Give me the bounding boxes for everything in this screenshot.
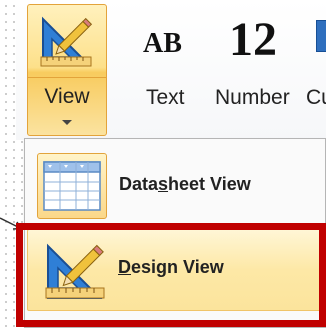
menu-item-datasheet-view-label: Datasheet View bbox=[119, 174, 251, 194]
view-dropdown-menu: Datasheet View Design View bbox=[24, 138, 326, 328]
view-button[interactable]: View bbox=[27, 4, 107, 136]
currency-field-label: Cu bbox=[306, 86, 326, 109]
text-field-button[interactable]: AB Text bbox=[137, 0, 197, 130]
number-field-button[interactable]: 12 Number bbox=[212, 0, 312, 130]
datasheet-grid-icon bbox=[37, 153, 107, 219]
view-button-split-line bbox=[28, 77, 106, 78]
menu-item-datasheet-view[interactable]: Datasheet View bbox=[25, 145, 326, 225]
currency-field-icon bbox=[316, 20, 326, 52]
design-ruler-pencil-icon bbox=[45, 243, 105, 299]
number-field-icon: 12 bbox=[229, 13, 277, 66]
number-field-label: Number bbox=[215, 86, 290, 109]
dropdown-arrow-icon[interactable] bbox=[62, 120, 72, 125]
menu-item-design-view[interactable]: Design View bbox=[27, 229, 325, 311]
text-field-icon: AB bbox=[143, 28, 182, 59]
callout-arrow-icon bbox=[0, 217, 23, 230]
text-field-label: Text bbox=[146, 86, 185, 109]
design-ruler-pencil-icon bbox=[40, 16, 93, 67]
view-button-label: View bbox=[44, 85, 90, 108]
menu-item-design-view-label: Design View bbox=[118, 257, 224, 277]
